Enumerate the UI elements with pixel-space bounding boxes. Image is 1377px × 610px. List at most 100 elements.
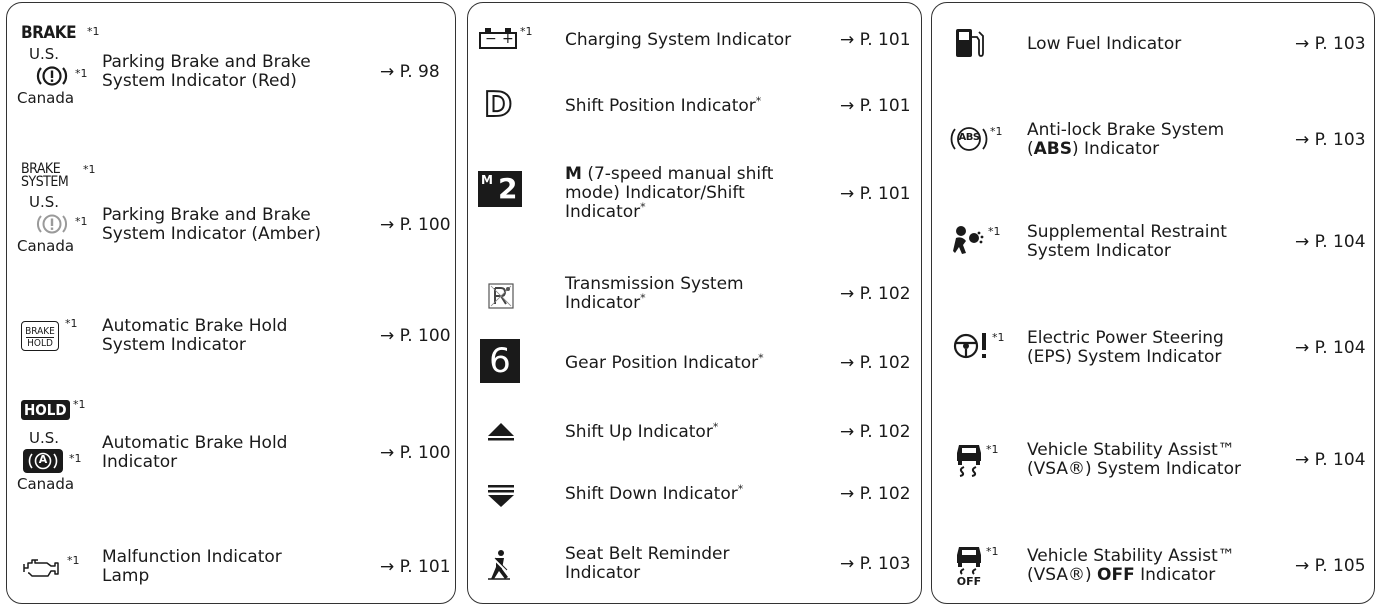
region-canada-label: Canada (17, 89, 75, 107)
power-steering-icon (953, 333, 986, 359)
page-ref-link[interactable]: → P. 101 (840, 97, 911, 116)
seat-belt-icon (488, 550, 510, 580)
indicator-row-srs: *1 Supplemental Restraint System Indicato… (932, 215, 1374, 265)
indicator-row-eps: *1 Electric Power Steering (EPS) System I… (932, 321, 1374, 371)
indicator-row-low-fuel: Low Fuel Indicator → P. 103 (932, 23, 1374, 63)
page-ref-link[interactable]: → P. 104 (1295, 233, 1366, 252)
footnote-mark: *1 (520, 25, 533, 38)
brake-circle-amber-icon (37, 214, 67, 234)
indicator-row-abs: ABS *1 Anti-lock Brake System (ABS) Indi… (932, 115, 1374, 165)
gear-position-icon: 6 (480, 339, 520, 383)
region-canada-label: Canada (17, 475, 75, 493)
brake-circle-icon (36, 66, 68, 86)
airbag-icon (953, 226, 984, 254)
panel-column-1: BRAKE *1 U.S. *1 Canada Parking Brake an… (6, 2, 456, 604)
footnote-mark: *1 (75, 215, 88, 228)
indicator-label: Charging System Indicator (565, 30, 792, 50)
footnote-mark: *1 (87, 25, 100, 38)
page-ref-link[interactable]: → P. 101 (840, 185, 911, 204)
indicator-label: Malfunction Indicator Lamp (102, 547, 282, 586)
footnote-mark: *1 (65, 317, 78, 330)
indicator-row-vsa-off: OFF *1 Vehicle Stability Assist™ (VSA®) … (932, 539, 1374, 595)
region-us-label: U.S. (29, 193, 60, 211)
region-us-label: U.S. (29, 429, 60, 447)
indicator-row-brake-hold-system: BRAKE HOLD *1 Automatic Brake Hold System… (7, 307, 455, 367)
footnote-mark: *1 (75, 67, 88, 80)
indicator-row-transmission: Transmission System Indicator* → P. 102 (468, 273, 921, 317)
indicator-label: Vehicle Stability Assist™ (VSA®) OFF Ind… (1027, 546, 1235, 585)
manual-shift-icon: M 2 (478, 171, 522, 207)
indicator-row-parking-brake-amber: BRAKE SYSTEM *1 U.S. *1 Canada Parking B… (7, 162, 455, 268)
footnote-mark: *1 (83, 163, 96, 176)
page-ref-link[interactable]: → P. 100 (380, 327, 451, 346)
page-ref-link[interactable]: → P. 104 (1295, 451, 1366, 470)
indicator-row-vsa: *1 Vehicle Stability Assist™ (VSA®) Syste… (932, 433, 1374, 483)
shift-up-icon (488, 423, 514, 441)
footnote-mark: *1 (988, 225, 1001, 238)
vsa-icon (957, 445, 981, 477)
indicator-row-shift-position: D Shift Position Indicator* → P. 101 (468, 85, 921, 125)
page-ref-link[interactable]: → P. 101 (840, 31, 911, 50)
indicator-label: Shift Up Indicator* (565, 420, 719, 442)
indicator-row-shift-up: Shift Up Indicator* → P. 102 (468, 415, 921, 449)
fuel-icon (956, 29, 984, 57)
indicator-label: Gear Position Indicator* (565, 351, 764, 373)
indicator-label: Transmission System Indicator* (565, 274, 744, 313)
region-us-label: U.S. (29, 45, 60, 63)
indicator-label: M (7-speed manual shift mode) Indicator/… (565, 164, 774, 222)
panel-column-2: − + *1 Charging System Indicator → P. 10… (467, 2, 922, 604)
indicator-label: Parking Brake and Brake System Indicator … (102, 205, 322, 244)
page-ref-link[interactable]: → P. 105 (1295, 557, 1366, 576)
indicator-label: Anti-lock Brake System (ABS) Indicator (1027, 120, 1225, 159)
page-ref-link[interactable]: → P. 102 (840, 285, 911, 304)
shift-down-icon (488, 485, 514, 507)
panel-column-3: Low Fuel Indicator → P. 103 ABS *1 Anti-… (931, 2, 1375, 604)
hold-badge: HOLD (21, 400, 70, 420)
indicator-label: Automatic Brake Hold Indicator (102, 433, 288, 472)
page-ref-link[interactable]: → P. 101 (380, 558, 451, 577)
minus-sign: − (485, 31, 497, 47)
page-ref-link[interactable]: → P. 102 (840, 354, 911, 373)
indicator-label: Low Fuel Indicator (1027, 34, 1182, 54)
page-ref-link[interactable]: → P. 100 (380, 216, 451, 235)
brake-hold-a-icon: A (23, 449, 63, 473)
indicator-row-parking-brake-red: BRAKE *1 U.S. *1 Canada Parking Brake an… (7, 23, 455, 123)
indicator-row-seat-belt: Seat Belt Reminder Indicator → P. 103 (468, 543, 921, 591)
shift-position-icon: D (483, 85, 513, 125)
page-ref-link[interactable]: → P. 103 (1295, 35, 1366, 54)
footnote-mark: *1 (986, 545, 999, 558)
page-ref-link[interactable]: → P. 103 (840, 555, 911, 574)
system-text: SYSTEM (21, 174, 69, 190)
indicator-row-manual-shift: M 2 M (7-speed manual shift mode) Indica… (468, 153, 921, 223)
region-canada-label: Canada (17, 237, 75, 255)
vsa-off-icon: OFF (954, 543, 984, 593)
a-letter: A (38, 453, 48, 466)
transmission-icon (488, 283, 514, 309)
battery-icon: − + (479, 28, 519, 50)
page-ref-link[interactable]: → P. 102 (840, 423, 911, 442)
page-ref-link[interactable]: → P. 98 (380, 63, 440, 82)
indicator-label: Shift Down Indicator* (565, 482, 744, 504)
indicator-row-malfunction: *1 Malfunction Indicator Lamp → P. 101 (7, 548, 455, 593)
indicator-row-charging: − + *1 Charging System Indicator → P. 10… (468, 25, 921, 55)
footnote-mark: *1 (69, 452, 82, 465)
footnote-mark: *1 (73, 398, 86, 411)
indicator-label: Automatic Brake Hold System Indicator (102, 316, 288, 355)
abs-icon: ABS (950, 123, 994, 155)
footnote-mark: *1 (992, 331, 1005, 344)
indicator-label: Electric Power Steering (EPS) System Indi… (1027, 328, 1224, 367)
page-ref-link[interactable]: → P. 100 (380, 444, 451, 463)
indicator-label: Vehicle Stability Assist™ (VSA®) System I… (1027, 440, 1241, 479)
brake-text: BRAKE (25, 326, 55, 337)
footnote-mark: *1 (67, 554, 80, 567)
footnote-mark: *1 (990, 125, 1003, 138)
indicator-label: Shift Position Indicator* (565, 94, 762, 116)
footnote-mark: *1 (986, 443, 999, 456)
engine-check-icon (23, 559, 59, 577)
indicator-row-shift-down: Shift Down Indicator* → P. 102 (468, 477, 921, 511)
page-ref-link[interactable]: → P. 104 (1295, 339, 1366, 358)
page-ref-link[interactable]: → P. 102 (840, 485, 911, 504)
indicator-label: Parking Brake and Brake System Indicator … (102, 52, 311, 91)
page-ref-link[interactable]: → P. 103 (1295, 131, 1366, 150)
indicator-row-auto-brake-hold: HOLD *1 U.S. A *1 Canada Automatic Brake… (7, 398, 455, 498)
